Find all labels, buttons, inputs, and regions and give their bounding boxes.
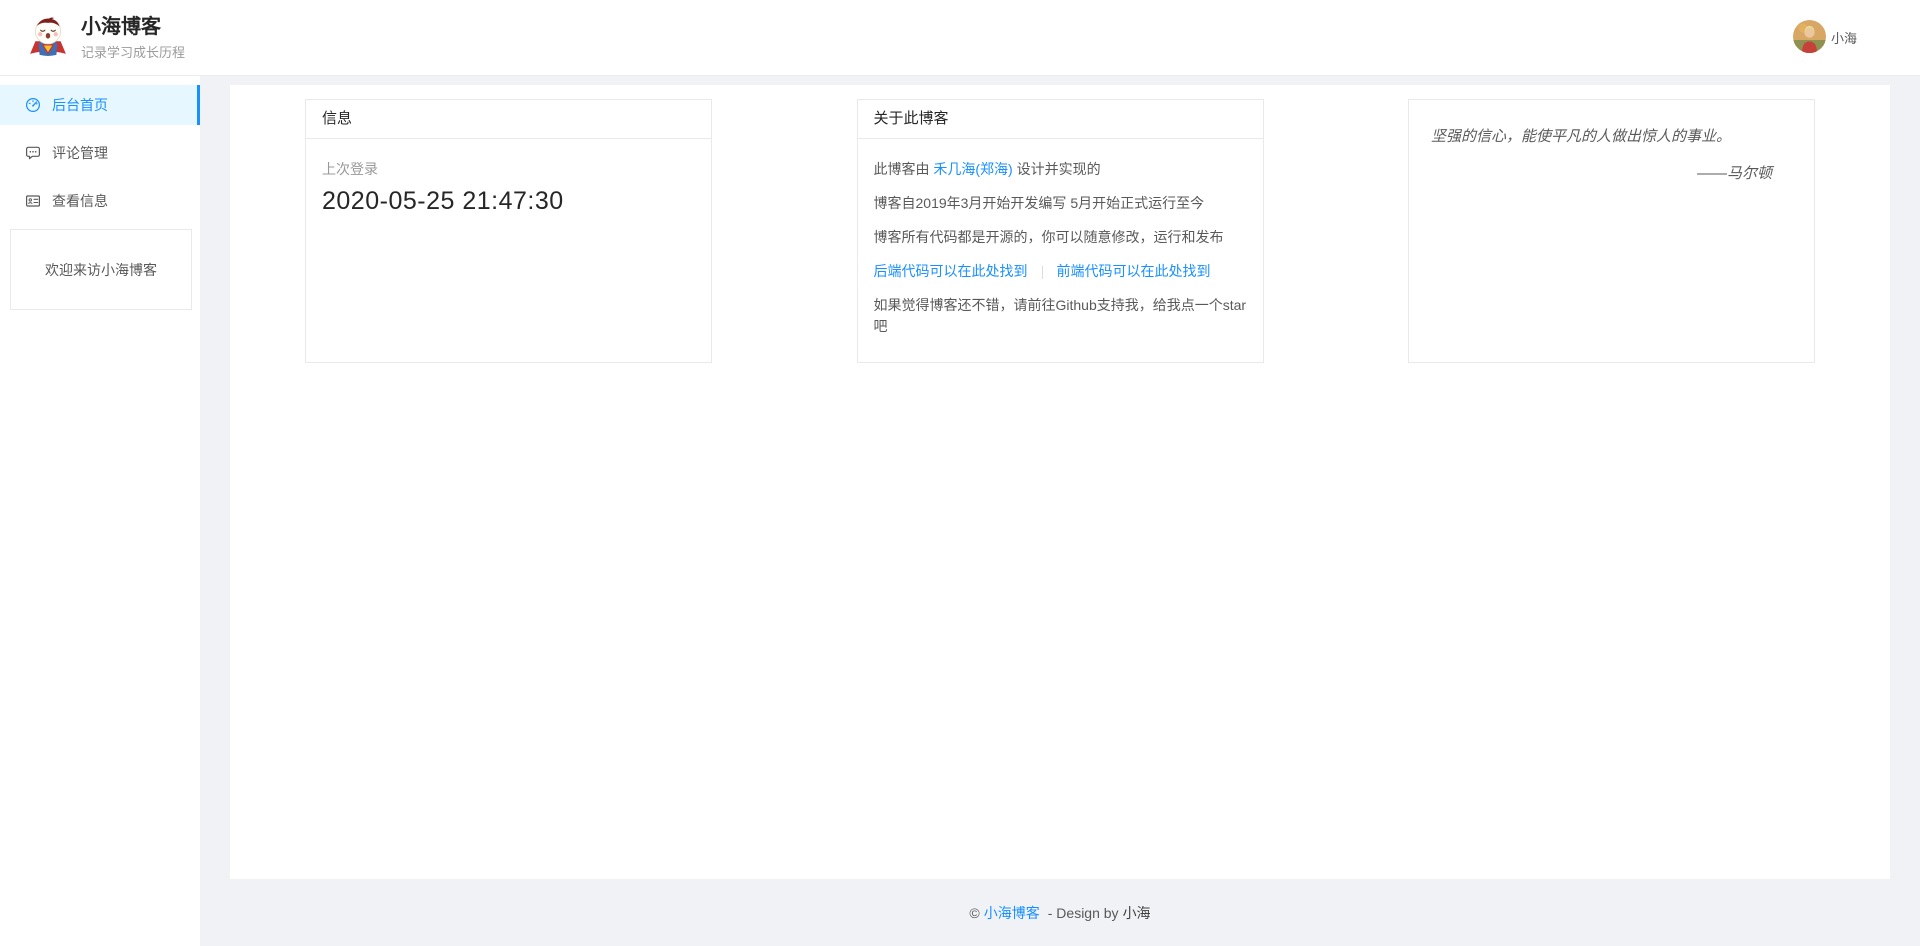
user-name[interactable]: 小海 <box>1831 28 1857 47</box>
info-card-body: 上次登录 2020-05-25 21:47:30 <box>306 139 711 228</box>
page: 小海博客 记录学习成长历程 小海 <box>0 0 1920 946</box>
author-link[interactable]: 禾几海(郑海) <box>933 161 1012 177</box>
site-subtitle: 记录学习成长历程 <box>81 42 185 61</box>
info-card-title: 信息 <box>306 100 711 139</box>
quote-text: 坚强的信心，能使平凡的人做出惊人的事业。 <box>1431 126 1792 148</box>
user-menu[interactable]: 小海 <box>1793 20 1857 56</box>
comment-icon <box>25 145 41 161</box>
sidebar-item-dashboard[interactable]: 后台首页 <box>0 85 200 125</box>
frontend-code-link[interactable]: 前端代码可以在此处找到 <box>1057 263 1211 279</box>
sidebar: 后台首页 评论管理 <box>0 76 200 946</box>
about-line1-prefix: 此博客由 <box>874 161 930 177</box>
about-line-links: 后端代码可以在此处找到 前端代码可以在此处找到 <box>874 261 1247 282</box>
about-card: 关于此博客 此博客由 禾几海(郑海) 设计并实现的 博客自2019年3月开始开发… <box>857 99 1264 363</box>
content-panel: 信息 上次登录 2020-05-25 21:47:30 关于此博客 此博客由 禾… <box>230 85 1890 879</box>
brand-text: 小海博客 记录学习成长历程 <box>81 15 185 61</box>
sidebar-item-label: 查看信息 <box>52 191 108 211</box>
quote-author: ——马尔顿 <box>1431 162 1792 183</box>
about-line-history: 博客自2019年3月开始开发编写 5月开始正式运行至今 <box>874 193 1247 214</box>
site-title: 小海博客 <box>81 15 185 39</box>
brand: 小海博客 记录学习成长历程 <box>27 15 185 61</box>
info-card: 信息 上次登录 2020-05-25 21:47:30 <box>305 99 712 363</box>
dashboard-icon <box>25 97 41 113</box>
welcome-box: 欢迎来访小海博客 <box>10 229 192 310</box>
backend-code-link[interactable]: 后端代码可以在此处找到 <box>874 263 1028 279</box>
sidebar-item-view-info[interactable]: 查看信息 <box>0 181 200 221</box>
sidebar-item-comments[interactable]: 评论管理 <box>0 133 200 173</box>
sidebar-item-label: 评论管理 <box>52 143 108 163</box>
about-line-author: 此博客由 禾几海(郑海) 设计并实现的 <box>874 159 1247 180</box>
about-line-opensource: 博客所有代码都是开源的，你可以随意修改，运行和发布 <box>874 227 1247 248</box>
copyright-symbol: © <box>969 905 979 921</box>
user-avatar[interactable] <box>1793 20 1826 56</box>
sidebar-item-label: 后台首页 <box>52 95 108 115</box>
last-login-value: 2020-05-25 21:47:30 <box>322 187 695 216</box>
main-area: 信息 上次登录 2020-05-25 21:47:30 关于此博客 此博客由 禾… <box>200 76 1920 946</box>
idcard-icon <box>25 193 41 209</box>
welcome-text: 欢迎来访小海博客 <box>45 260 157 280</box>
link-divider <box>1042 266 1043 279</box>
footer-middle-text: - Design by <box>1048 905 1119 921</box>
cards-row: 信息 上次登录 2020-05-25 21:47:30 关于此博客 此博客由 禾… <box>305 99 1815 363</box>
sidebar-menu: 后台首页 评论管理 <box>0 85 200 221</box>
body-row: 后台首页 评论管理 <box>0 76 1920 946</box>
footer-site-link[interactable]: 小海博客 <box>984 903 1040 923</box>
app-header: 小海博客 记录学习成长历程 小海 <box>0 0 1920 76</box>
blog-logo-icon <box>27 15 69 60</box>
about-line1-suffix: 设计并实现的 <box>1017 161 1101 177</box>
page-footer: © 小海博客 - Design by 小海 <box>200 879 1920 946</box>
footer-designer: 小海 <box>1123 903 1151 923</box>
about-card-title: 关于此博客 <box>858 100 1263 139</box>
about-line-star: 如果觉得博客还不错，请前往Github支持我，给我点一个star吧 <box>874 295 1247 337</box>
about-card-body: 此博客由 禾几海(郑海) 设计并实现的 博客自2019年3月开始开发编写 5月开… <box>858 139 1263 357</box>
last-login-label: 上次登录 <box>322 159 695 179</box>
quote-card: 坚强的信心，能使平凡的人做出惊人的事业。 ——马尔顿 <box>1408 99 1815 363</box>
